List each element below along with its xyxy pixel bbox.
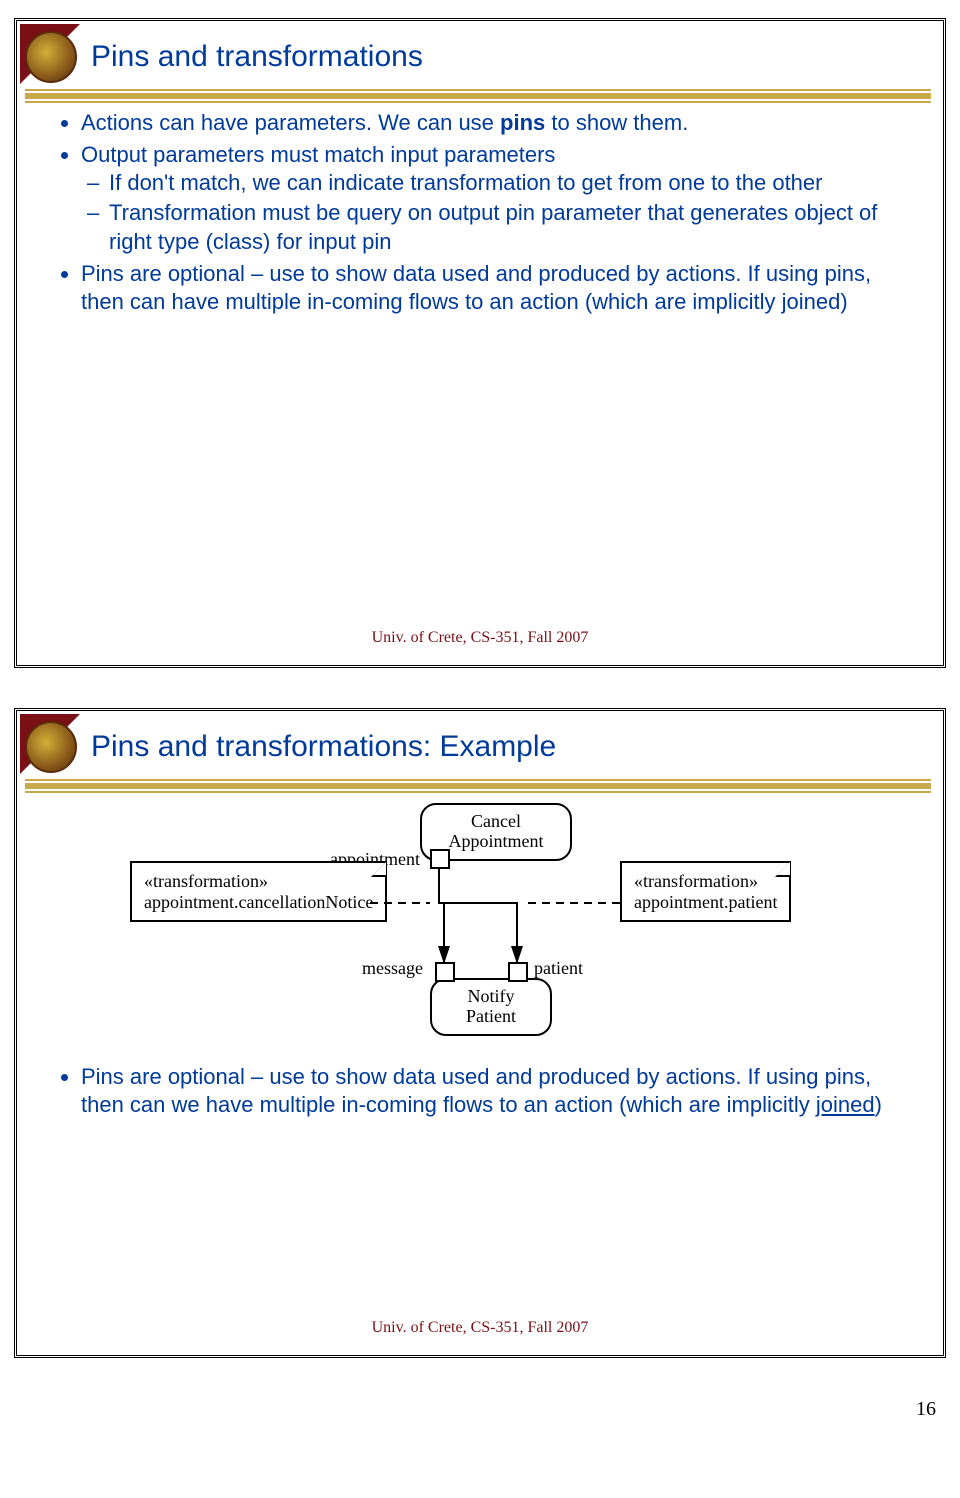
slide-1: Pins and transformations Actions can hav… <box>14 18 946 668</box>
text: Output parameters must match input param… <box>81 142 555 167</box>
uml-diagram: Cancel Appointment appointment Notify Pa… <box>130 803 830 1063</box>
slide-content: Pins are optional – use to show data use… <box>17 1063 943 1119</box>
sub-bullet: If don't match, we can indicate transfor… <box>109 169 913 197</box>
sub-bullet: Transformation must be query on output p… <box>109 199 913 255</box>
slide-title: Pins and transformations: Example <box>91 730 556 764</box>
text: Actions can have parameters. We can use <box>81 110 500 135</box>
bullet: Pins are optional – use to show data use… <box>81 260 913 316</box>
title-row: Pins and transformations <box>17 21 943 89</box>
divider <box>25 779 931 795</box>
university-seal-icon <box>25 31 77 83</box>
page-number: 16 <box>0 1398 936 1421</box>
title-row: Pins and transformations: Example <box>17 711 943 779</box>
slide-title: Pins and transformations <box>91 40 423 74</box>
slide-2: Pins and transformations: Example Cancel… <box>14 708 946 1358</box>
text: Pins are optional – use to show data use… <box>81 1064 871 1117</box>
slide-content: Actions can have parameters. We can use … <box>17 105 943 316</box>
slide-footer: Univ. of Crete, CS-351, Fall 2007 <box>17 629 943 647</box>
bullet: Pins are optional – use to show data use… <box>81 1063 913 1119</box>
bullet: Actions can have parameters. We can use … <box>81 109 913 137</box>
slide-footer: Univ. of Crete, CS-351, Fall 2007 <box>17 1319 943 1337</box>
divider <box>25 89 931 105</box>
text: ) <box>875 1092 882 1117</box>
text: to show them. <box>545 110 688 135</box>
text-bold: pins <box>500 110 545 135</box>
bullet: Output parameters must match input param… <box>81 141 913 256</box>
text-underline: joined <box>816 1092 875 1117</box>
university-seal-icon <box>25 721 77 773</box>
diagram-connectors <box>130 803 830 1063</box>
